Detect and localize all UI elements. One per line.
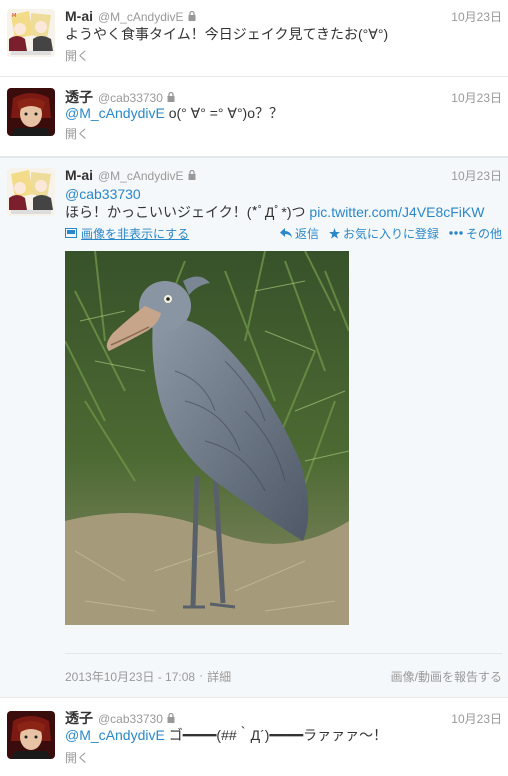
tweet[interactable]: 透子 @cab33730 10月23日 @M_cAndydivE ゴ━━━━(#…	[0, 698, 508, 776]
mention-link[interactable]: @cab33730	[65, 185, 500, 204]
avatar[interactable]: M	[7, 9, 55, 57]
timestamp-link[interactable]: 10月23日	[451, 8, 502, 25]
tweet-body: ゴ━━━━(##｀Д´)━━━━ラァァァ〜！	[164, 727, 388, 743]
expand-link[interactable]: 開く	[65, 47, 89, 64]
pic-link[interactable]: pic.twitter.com/J4VE8cFiKW	[309, 204, 484, 220]
star-icon	[328, 227, 340, 239]
report-media-link[interactable]: 画像/動画を報告する	[391, 668, 502, 685]
tweet-text: ようやく食事タイム！今日ジェイク見てきたお(°∀°)	[65, 26, 389, 42]
media-icon	[65, 228, 77, 238]
tweet-expanded[interactable]: M-ai @M_cAndydivE 10月23日 @cab33730 ほら！かっ…	[0, 157, 508, 698]
reply-icon	[279, 228, 292, 238]
expand-link[interactable]: 開く	[65, 125, 89, 142]
tweet-timestamp[interactable]: 2013年10月23日 - 17:08	[65, 668, 195, 685]
mention-link[interactable]: @M_cAndydivE	[65, 105, 165, 121]
details-link[interactable]: 詳細	[207, 668, 231, 685]
tweet-actions: 返信 お気に入りに登録 その他	[279, 225, 502, 242]
more-label[interactable]: その他	[466, 225, 502, 242]
fullname[interactable]: M-ai	[65, 8, 93, 24]
username[interactable]: @M_cAndydivE	[98, 169, 184, 183]
tweet-text: ほら！かっこいいジェイク！(*ﾟДﾟ*)つ pic.twitter.com/J4…	[65, 203, 500, 222]
tweet[interactable]: M M-ai @M_cAndydivE 10月23日 ようやく食事タイム！今日ジ…	[0, 0, 508, 77]
reply-label[interactable]: 返信	[295, 225, 319, 242]
username[interactable]: @cab33730	[98, 712, 163, 726]
tweet-body: ο(° ∀° =° ∀°)ο？？	[164, 105, 283, 121]
favorite-button[interactable]: お気に入りに登録	[328, 225, 439, 242]
tweet-footer: 2013年10月23日 - 17:08 · 詳細 画像/動画を報告する	[65, 668, 502, 685]
lock-icon	[167, 90, 175, 105]
more-icon	[449, 231, 463, 235]
reply-button[interactable]: 返信	[279, 225, 319, 242]
mention-link[interactable]: @M_cAndydivE	[65, 727, 165, 743]
separator-dot: ·	[199, 668, 204, 682]
username[interactable]: @cab33730	[98, 91, 163, 105]
favorite-label[interactable]: お気に入りに登録	[343, 225, 439, 242]
lock-icon	[167, 711, 175, 726]
hide-media-label[interactable]: 画像を非表示にする	[81, 225, 189, 242]
tweet-body: ほら！かっこいいジェイク！(*ﾟДﾟ*)つ	[65, 204, 310, 220]
mention-text[interactable]: @cab33730	[65, 186, 141, 202]
more-button[interactable]: その他	[449, 225, 502, 242]
timestamp-link[interactable]: 10月23日	[451, 710, 502, 727]
avatar[interactable]	[7, 711, 55, 759]
timestamp-link[interactable]: 10月23日	[451, 167, 502, 184]
tweet-text: @M_cAndydivE ο(° ∀° =° ∀°)ο？？	[65, 104, 500, 123]
lock-icon	[188, 168, 196, 183]
fullname[interactable]: 透子	[65, 708, 93, 728]
expand-link[interactable]: 開く	[65, 749, 89, 766]
tweet-text: @M_cAndydivE ゴ━━━━(##｀Д´)━━━━ラァァァ〜！	[65, 726, 500, 745]
lock-icon	[188, 9, 196, 24]
username[interactable]: @M_cAndydivE	[98, 10, 184, 24]
tweet-photo[interactable]	[65, 251, 349, 625]
avatar[interactable]	[7, 88, 55, 136]
timeline: M M-ai @M_cAndydivE 10月23日 ようやく食事タイム！今日ジ…	[0, 0, 508, 776]
tweet[interactable]: 透子 @cab33730 10月23日 @M_cAndydivE ο(° ∀° …	[0, 77, 508, 157]
media-bar: 画像を非表示にする 返信 お気に入りに登録 その他	[65, 224, 502, 242]
hide-media-link[interactable]: 画像を非表示にする	[65, 225, 189, 242]
fullname[interactable]: M-ai	[65, 167, 93, 183]
avatar[interactable]	[7, 168, 55, 216]
svg-text:M: M	[12, 13, 16, 19]
